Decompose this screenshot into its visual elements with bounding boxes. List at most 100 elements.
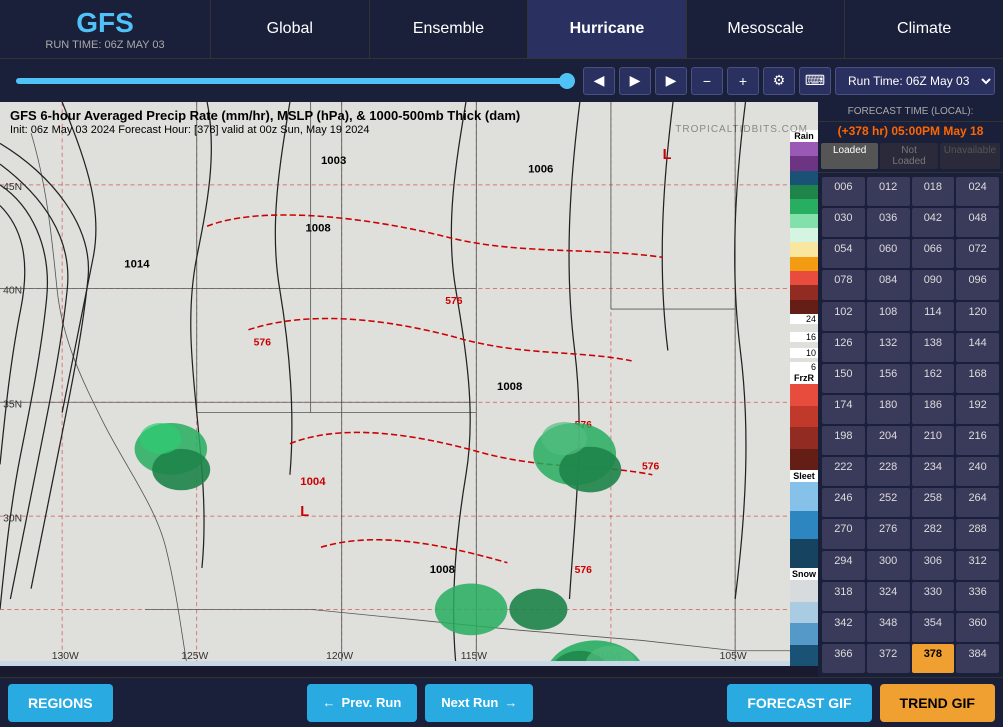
nav-climate[interactable]: Climate	[844, 0, 1003, 58]
time-cell-096[interactable]: 096	[956, 270, 999, 299]
time-cell-342[interactable]: 342	[822, 613, 865, 642]
svg-text:45N: 45N	[3, 182, 22, 193]
next-run-label: Next Run	[441, 695, 498, 710]
time-cell-282[interactable]: 282	[912, 519, 955, 548]
time-cell-294[interactable]: 294	[822, 551, 865, 580]
nav-hurricane[interactable]: Hurricane	[527, 0, 686, 58]
prev-frame-btn[interactable]: ◀	[583, 67, 615, 95]
time-cell-066[interactable]: 066	[912, 239, 955, 268]
svg-text:1008: 1008	[497, 381, 522, 393]
time-cell-048[interactable]: 048	[956, 208, 999, 237]
time-cell-120[interactable]: 120	[956, 302, 999, 331]
trend-gif-btn[interactable]: TREND GIF	[880, 684, 995, 722]
time-cell-114[interactable]: 114	[912, 302, 955, 331]
map-title: GFS 6-hour Averaged Precip Rate (mm/hr),…	[10, 108, 520, 123]
time-cell-216[interactable]: 216	[956, 426, 999, 455]
time-cell-336[interactable]: 336	[956, 582, 999, 611]
keyboard-btn[interactable]: ⌨	[799, 67, 831, 95]
time-cell-078[interactable]: 078	[822, 270, 865, 299]
nav-mesoscale[interactable]: Mesoscale	[686, 0, 845, 58]
time-cell-084[interactable]: 084	[867, 270, 910, 299]
time-cell-060[interactable]: 060	[867, 239, 910, 268]
time-cell-126[interactable]: 126	[822, 333, 865, 362]
tab-unavailable[interactable]: Unavailable	[940, 143, 1000, 169]
time-cell-102[interactable]: 102	[822, 302, 865, 331]
settings-btn[interactable]: ⚙	[763, 67, 795, 95]
forecast-gif-btn[interactable]: FORECAST GIF	[727, 684, 871, 722]
time-cell-264[interactable]: 264	[956, 488, 999, 517]
prev-run-btn[interactable]: ← Prev. Run	[307, 684, 418, 722]
time-cell-360[interactable]: 360	[956, 613, 999, 642]
run-time-select[interactable]: Run Time: 06Z May 03	[835, 67, 995, 95]
time-cell-012[interactable]: 012	[867, 177, 910, 206]
time-cell-318[interactable]: 318	[822, 582, 865, 611]
time-cell-186[interactable]: 186	[912, 395, 955, 424]
svg-text:576: 576	[642, 462, 660, 473]
time-cell-180[interactable]: 180	[867, 395, 910, 424]
time-cell-042[interactable]: 042	[912, 208, 955, 237]
time-cell-246[interactable]: 246	[822, 488, 865, 517]
nav-global[interactable]: Global	[210, 0, 369, 58]
time-cell-144[interactable]: 144	[956, 333, 999, 362]
time-cell-330[interactable]: 330	[912, 582, 955, 611]
nav-ensemble[interactable]: Ensemble	[369, 0, 528, 58]
time-cell-162[interactable]: 162	[912, 364, 955, 393]
timeline-thumb[interactable]	[559, 73, 575, 89]
timeline-track[interactable]	[16, 78, 571, 84]
time-cell-234[interactable]: 234	[912, 457, 955, 486]
tab-not-loaded[interactable]: Not Loaded	[880, 143, 937, 169]
time-cell-198[interactable]: 198	[822, 426, 865, 455]
time-cell-024[interactable]: 024	[956, 177, 999, 206]
next-frame-btn[interactable]: ▶	[655, 67, 687, 95]
time-cell-138[interactable]: 138	[912, 333, 955, 362]
time-cell-258[interactable]: 258	[912, 488, 955, 517]
time-cell-030[interactable]: 030	[822, 208, 865, 237]
time-cell-324[interactable]: 324	[867, 582, 910, 611]
time-cell-384[interactable]: 384	[956, 644, 999, 673]
time-cell-150[interactable]: 150	[822, 364, 865, 393]
time-cell-204[interactable]: 204	[867, 426, 910, 455]
forecast-time-display: (+378 hr) 05:00PM May 18	[818, 122, 1003, 140]
time-cell-276[interactable]: 276	[867, 519, 910, 548]
time-cell-300[interactable]: 300	[867, 551, 910, 580]
time-cell-156[interactable]: 156	[867, 364, 910, 393]
time-cell-270[interactable]: 270	[822, 519, 865, 548]
time-cell-174[interactable]: 174	[822, 395, 865, 424]
time-cell-228[interactable]: 228	[867, 457, 910, 486]
map-area[interactable]: GFS 6-hour Averaged Precip Rate (mm/hr),…	[0, 102, 818, 666]
zoom-out-btn[interactable]: −	[691, 67, 723, 95]
regions-btn[interactable]: REGIONS	[8, 684, 113, 722]
time-cell-210[interactable]: 210	[912, 426, 955, 455]
svg-text:1008: 1008	[430, 564, 455, 576]
time-cell-018[interactable]: 018	[912, 177, 955, 206]
tab-loaded[interactable]: Loaded	[821, 143, 878, 169]
time-cell-366[interactable]: 366	[822, 644, 865, 673]
time-cell-132[interactable]: 132	[867, 333, 910, 362]
time-cell-108[interactable]: 108	[867, 302, 910, 331]
next-run-btn[interactable]: Next Run →	[425, 684, 533, 722]
svg-text:30N: 30N	[3, 513, 22, 524]
time-cell-348[interactable]: 348	[867, 613, 910, 642]
time-cell-072[interactable]: 072	[956, 239, 999, 268]
time-cell-288[interactable]: 288	[956, 519, 999, 548]
time-cell-306[interactable]: 306	[912, 551, 955, 580]
time-cell-312[interactable]: 312	[956, 551, 999, 580]
time-cell-054[interactable]: 054	[822, 239, 865, 268]
time-cell-006[interactable]: 006	[822, 177, 865, 206]
time-cell-090[interactable]: 090	[912, 270, 955, 299]
time-cell-222[interactable]: 222	[822, 457, 865, 486]
play-btn[interactable]: ▶	[619, 67, 651, 95]
time-cell-354[interactable]: 354	[912, 613, 955, 642]
time-grid: 0060120180240300360420480540600660720780…	[818, 173, 1003, 677]
time-cell-240[interactable]: 240	[956, 457, 999, 486]
time-cell-168[interactable]: 168	[956, 364, 999, 393]
time-cell-192[interactable]: 192	[956, 395, 999, 424]
timeline-container[interactable]	[8, 78, 579, 84]
zoom-in-btn[interactable]: +	[727, 67, 759, 95]
svg-text:130W: 130W	[52, 651, 79, 661]
time-cell-252[interactable]: 252	[867, 488, 910, 517]
loaded-tabs: Loaded Not Loaded Unavailable	[818, 140, 1003, 173]
time-cell-378[interactable]: 378	[912, 644, 955, 673]
time-cell-372[interactable]: 372	[867, 644, 910, 673]
time-cell-036[interactable]: 036	[867, 208, 910, 237]
